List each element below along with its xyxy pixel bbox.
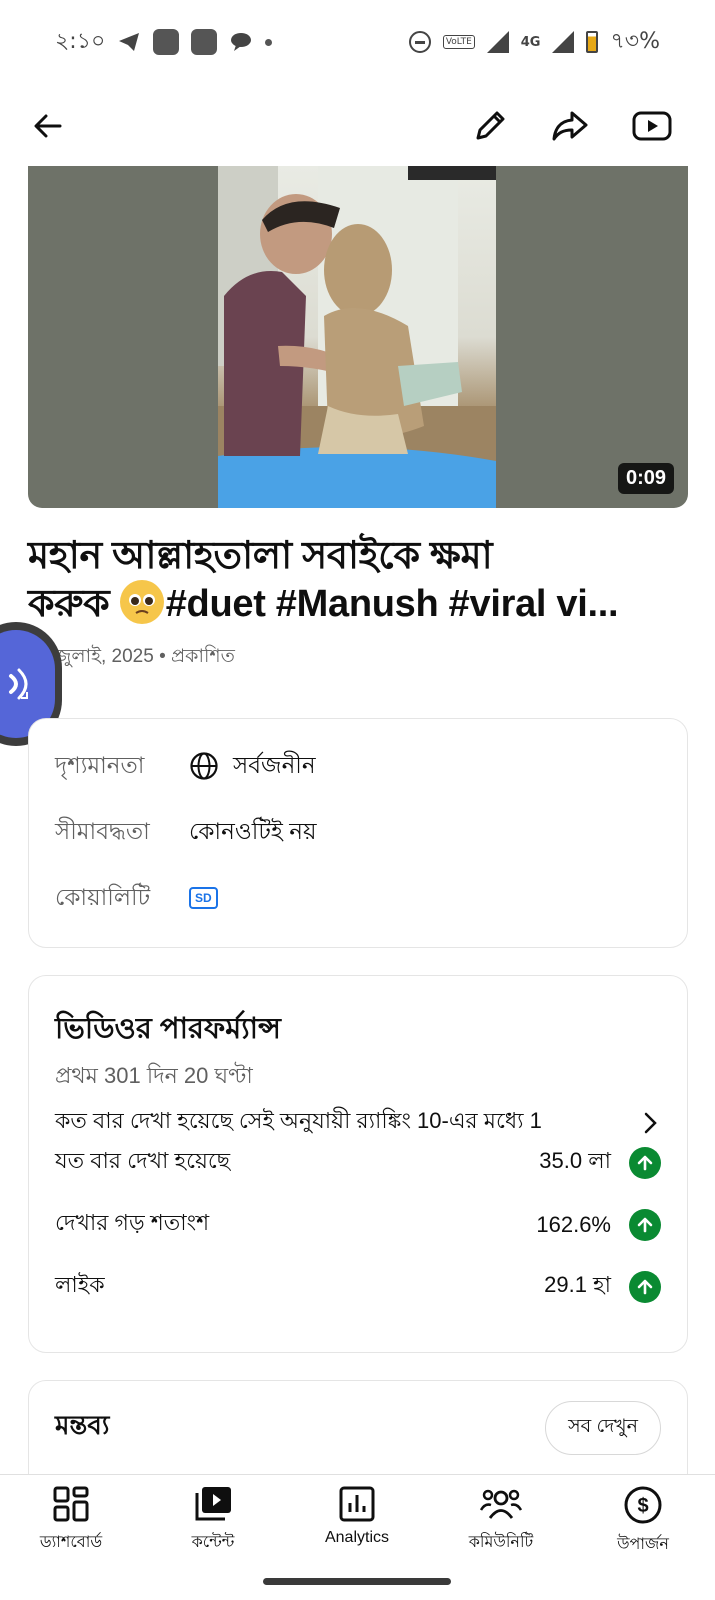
ranking-row[interactable]: কত বার দেখা হয়েছে সেই অনুযায়ী র‍্যাঙ্ক…: [55, 1104, 661, 1141]
battery-percent: ৭৩%: [610, 28, 660, 54]
nav-analytics[interactable]: Analytics: [292, 1485, 422, 1547]
network-type: 4G: [520, 34, 541, 50]
open-youtube-button[interactable]: [628, 102, 676, 150]
status-bar: ২:১০ VoLTE 4G ৭৩%: [0, 0, 715, 84]
comments-title: মন্তব্য: [55, 1410, 110, 1440]
nav-earn-label: উপার্জন: [617, 1536, 669, 1553]
pencil-icon: [476, 111, 505, 140]
signal-icon: [486, 31, 509, 53]
back-button[interactable]: [24, 102, 72, 150]
ranking-text: কত বার দেখা হয়েছে সেই অনুযায়ী র‍্যাঙ্ক…: [55, 1108, 542, 1133]
share-icon: [552, 111, 588, 141]
views-label: যত বার দেখা হয়েছে: [55, 1148, 231, 1173]
nav-analytics-label: Analytics: [324, 1529, 390, 1546]
sd-badge-icon: SD: [189, 887, 218, 909]
dashboard-icon: [53, 1486, 89, 1522]
youtube-play-icon: [632, 111, 672, 141]
avg-percent-label: দেখার গড় শতাংশ: [55, 1210, 210, 1235]
more-notifications-dot-icon: [265, 38, 273, 46]
share-button[interactable]: [546, 102, 594, 150]
chevron-right-icon: [644, 1112, 657, 1133]
performance-subtitle: প্রথম 301 দিন 20 ঘণ্টা: [55, 1063, 253, 1088]
avg-percent-stat-right: 162.6%: [536, 1208, 661, 1241]
views-stat-right: 35.0 লা: [539, 1144, 661, 1181]
app-bar: [0, 92, 715, 158]
visibility-label: দৃশ্যমানতা: [55, 751, 145, 778]
quality-row: কোয়ালিটি SD: [55, 869, 218, 927]
performance-title: ভিডিওর পারফর্ম্যান্স: [55, 1013, 281, 1045]
nav-community[interactable]: কমিউনিটি: [436, 1485, 566, 1556]
svg-text:$: $: [637, 1495, 648, 1517]
video-duration: 0:09: [617, 463, 674, 494]
signal-icon-2: [552, 31, 575, 53]
dnd-icon: [408, 31, 431, 53]
home-indicator[interactable]: [263, 1578, 451, 1585]
restrictions-label: সীমাবদ্ধতা: [55, 817, 150, 844]
quality-label: কোয়ালিটি: [55, 883, 151, 910]
avg-percent-value: 162.6%: [536, 1211, 611, 1237]
likes-stat-right: 29.1 হা: [544, 1268, 661, 1305]
nav-dashboard-label: ড্যাশবোর্ড: [39, 1534, 103, 1551]
visibility-text: সর্বজনীন: [233, 751, 316, 778]
restrictions-row[interactable]: সীমাবদ্ধতা কোনওটিই নয়: [55, 803, 317, 861]
trend-up-icon: [629, 1270, 661, 1303]
avg-percent-stat-row: দেখার গড় শতাংশ 162.6%: [55, 1206, 661, 1243]
video-thumbnail[interactable]: 0:09: [28, 166, 688, 508]
app-notification-icon-2: [191, 29, 218, 55]
video-performance-card: ভিডিওর পারফর্ম্যান্স প্রথম 301 দিন 20 ঘণ…: [28, 975, 688, 1353]
views-value: 35.0 লা: [539, 1148, 611, 1173]
volte-icon: VoLTE: [442, 35, 475, 49]
likes-stat-row: লাইক 29.1 হা: [55, 1268, 661, 1305]
nav-earn[interactable]: $ উপার্জন: [578, 1485, 708, 1558]
status-left: ২:১০: [55, 24, 273, 61]
visibility-row[interactable]: দৃশ্যমানতা সর্বজনীন: [55, 737, 316, 795]
likes-value: 29.1 হা: [544, 1272, 611, 1297]
video-title-line2-suffix: #duet #Manush #viral vi...: [165, 583, 619, 625]
views-stat-row: যত বার দেখা হয়েছে 35.0 লা: [55, 1144, 661, 1181]
chat-bubble-icon: [231, 33, 252, 51]
status-right: VoLTE 4G ৭৩%: [408, 24, 660, 61]
battery-icon: [586, 31, 599, 53]
video-title-line2-prefix: করুক: [28, 583, 110, 625]
video-title-line2: করুক #duet #Manush #viral vi...: [28, 580, 688, 628]
pleading-face-emoji-icon: [119, 580, 164, 624]
arrow-left-icon: [34, 114, 62, 138]
trend-up-icon: [629, 1208, 661, 1241]
thumbnail-illustration: [218, 166, 496, 508]
video-title: মহান আল্লাহতালা সবাইকে ক্ষমা করুক #duet …: [28, 532, 688, 628]
likes-label: লাইক: [55, 1272, 105, 1297]
status-time: ২:১০: [55, 28, 106, 54]
earn-icon: $: [624, 1486, 662, 1524]
edit-button[interactable]: [466, 102, 514, 150]
thumbnail-image: [218, 166, 496, 508]
community-icon: [479, 1489, 523, 1519]
nav-community-label: কমিউনিটি: [468, 1534, 534, 1551]
nav-content[interactable]: কন্টেন্ট: [148, 1485, 278, 1556]
content-icon: [195, 1487, 231, 1521]
telegram-icon: [119, 33, 140, 51]
visibility-value: সর্বজনীন: [189, 747, 316, 786]
analytics-icon: [339, 1486, 375, 1522]
restrictions-value: কোনওটিই নয়: [189, 817, 317, 844]
video-title-line1: মহান আল্লাহতালা সবাইকে ক্ষমা: [28, 535, 493, 577]
app-notification-icon: [153, 29, 180, 55]
quality-value: SD: [189, 887, 218, 909]
trend-up-icon: [629, 1146, 661, 1179]
nav-dashboard[interactable]: ড্যাশবোর্ড: [6, 1485, 136, 1556]
video-details-card: দৃশ্যমানতা সর্বজনীন সীমাবদ্ধতা কোনওটিই ন…: [28, 718, 688, 948]
see-all-comments-button[interactable]: সব দেখুন: [545, 1401, 661, 1455]
globe-icon: [190, 752, 218, 780]
nav-content-label: কন্টেন্ট: [191, 1534, 235, 1551]
